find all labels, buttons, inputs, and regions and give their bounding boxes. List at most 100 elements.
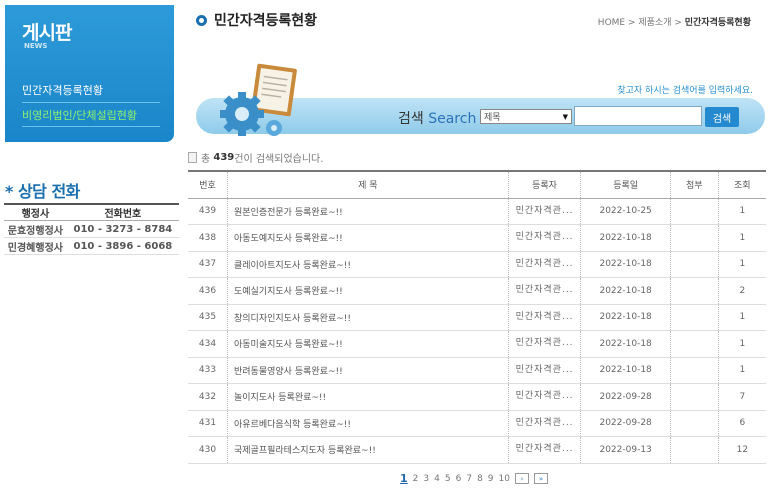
row-date: 2022-10-18 [580, 277, 671, 305]
consult-title: * 상담 전화 [5, 182, 80, 201]
row-date: 2022-10-18 [580, 357, 671, 384]
table-row[interactable]: 434 아동미술지도사 등록완료~!! 민간자격관... 2022-10-18 1 [188, 330, 766, 358]
sidebar-item-qualification-status[interactable]: 민간자격등록현황 [22, 82, 103, 98]
last-page-button[interactable]: » [533, 473, 548, 484]
row-author: 민간자격관... [507, 357, 581, 384]
breadcrumb: HOME > 제품소개 > 민간자격등록현황 [598, 15, 751, 28]
page-link[interactable]: 4 [434, 474, 440, 484]
row-date: 2022-10-18 [580, 330, 671, 358]
table-row[interactable]: 437 클레이아트지도사 등록완료~!! 민간자격관... 2022-10-18 1 [188, 251, 766, 278]
page-link[interactable]: 8 [477, 474, 483, 484]
search-select-value: 제목 [484, 113, 501, 123]
consult-name: 문효정행정사 [4, 220, 67, 238]
table-row[interactable]: 435 창의디자인지도사 등록완료~!! 민간자격관... 2022-10-18 1 [188, 304, 766, 331]
board-table: 번호 제 목 등록자 등록일 첨부 조회 439 원본인증전문가 등록완료~!! 민… [188, 170, 766, 464]
search-label: 검색 Search [398, 108, 476, 128]
row-views: 1 [717, 251, 766, 278]
next-page-button[interactable]: › [514, 473, 529, 484]
page-link[interactable]: 10 [499, 474, 510, 484]
sidebar-title: 게시판 [22, 22, 72, 44]
page-link[interactable]: 7 [466, 474, 472, 484]
search-label-en: Search [428, 111, 477, 127]
search-hint: 찾고자 하시는 검색어를 입력하세요. [617, 86, 753, 96]
col-header-date: 등록일 [580, 170, 671, 199]
row-subject-link[interactable]: 도예실기지도사 등록완료~!! [227, 277, 509, 305]
row-attachment [669, 357, 719, 384]
row-views: 2 [717, 277, 766, 305]
consult-header-phone: 전화번호 [66, 203, 179, 221]
row-date: 2022-09-13 [580, 436, 671, 464]
result-count-number: 439 [213, 152, 235, 163]
row-attachment [669, 277, 719, 305]
row-attachment [669, 383, 719, 411]
col-header-number: 번호 [188, 170, 228, 199]
row-subject-link[interactable]: 반려동물영양사 등록완료~!! [227, 357, 509, 384]
consult-table: 행정사 전화번호 문효정행정사 010 - 3273 - 8784 민경혜행정사… [4, 203, 179, 255]
page-title-text: 민간자격등록현황 [214, 13, 318, 29]
row-subject-link[interactable]: 클레이아트지도사 등록완료~!! [227, 251, 509, 278]
row-subject-link[interactable]: 원본인증전문가 등록완료~!! [227, 198, 509, 225]
page-link[interactable]: 9 [488, 474, 494, 484]
table-row[interactable]: 430 국제골프필라테스지도자 등록완료~!! 민간자격관... 2022-09-13… [188, 436, 766, 464]
table-row[interactable]: 438 아동도예지도사 등록완료~!! 민간자격관... 2022-10-18 1 [188, 224, 766, 252]
table-row[interactable]: 439 원본인증전문가 등록완료~!! 민간자격관... 2022-10-25 1 [188, 198, 766, 225]
page-title: 민간자격등록현황 [196, 10, 317, 30]
row-author: 민간자격관... [507, 330, 581, 358]
row-author: 민간자격관... [507, 198, 581, 225]
row-attachment [669, 436, 719, 464]
table-row[interactable]: 432 놀이지도사 등록완료~!! 민간자격관... 2022-09-28 7 [188, 383, 766, 411]
row-attachment [669, 410, 719, 437]
row-views: 7 [717, 383, 766, 411]
sidebar-item-nonprofit-status[interactable]: 비영리법인/단체설립현황 [22, 107, 137, 123]
search-input[interactable] [574, 106, 702, 126]
table-row[interactable]: 431 아유르베다음식학 등록완료~!! 민간자격관... 2022-09-28 6 [188, 410, 766, 437]
page-link[interactable]: 6 [456, 474, 462, 484]
row-views: 1 [717, 357, 766, 384]
row-subject-link[interactable]: 아유르베다음식학 등록완료~!! [227, 410, 509, 437]
pagination: 1 2 3 4 5 6 7 8 9 10 › » [400, 472, 548, 485]
row-views: 12 [717, 436, 766, 464]
breadcrumb-current: 민간자격등록현황 [684, 18, 751, 28]
document-icon [188, 152, 197, 163]
sidebar-divider [22, 126, 160, 127]
row-subject-link[interactable]: 놀이지도사 등록완료~!! [227, 383, 509, 411]
page-link[interactable]: 5 [445, 474, 451, 484]
page-link[interactable]: 3 [423, 474, 429, 484]
search-illustration-icon [220, 63, 297, 136]
breadcrumb-path[interactable]: HOME > 제품소개 > [598, 18, 685, 28]
row-date: 2022-10-18 [580, 251, 671, 278]
consult-phone: 010 - 3273 - 8784 [66, 220, 179, 238]
row-views: 6 [717, 410, 766, 437]
table-row[interactable]: 433 반려동물영양사 등록완료~!! 민간자격관... 2022-10-18 1 [188, 357, 766, 384]
row-attachment [669, 198, 719, 225]
row-number: 439 [188, 198, 228, 225]
row-subject-link[interactable]: 창의디자인지도사 등록완료~!! [227, 304, 509, 331]
col-header-author: 등록자 [507, 170, 581, 199]
col-header-subject: 제 목 [227, 170, 509, 199]
result-prefix: 총 [201, 154, 211, 165]
search-button[interactable]: 검색 [705, 107, 739, 127]
col-header-views: 조회 [717, 170, 766, 199]
consult-phone: 010 - 3896 - 6068 [66, 237, 179, 255]
row-subject-link[interactable]: 아동도예지도사 등록완료~!! [227, 224, 509, 252]
page-current[interactable]: 1 [400, 472, 408, 485]
search-field-select[interactable]: 제목 ▼ [480, 109, 572, 124]
row-date: 2022-10-18 [580, 224, 671, 252]
row-subject-link[interactable]: 국제골프필라테스지도자 등록완료~!! [227, 436, 509, 464]
row-date: 2022-09-28 [580, 410, 671, 437]
row-views: 1 [717, 198, 766, 225]
row-date: 2022-10-25 [580, 198, 671, 225]
table-row[interactable]: 436 도예실기지도사 등록완료~!! 민간자격관... 2022-10-18 2 [188, 277, 766, 305]
sidebar-divider [22, 102, 160, 103]
consult-row: 문효정행정사 010 - 3273 - 8784 [4, 220, 179, 238]
row-attachment [669, 224, 719, 252]
row-number: 436 [188, 277, 228, 305]
page-link[interactable]: 2 [413, 474, 419, 484]
row-number: 438 [188, 224, 228, 252]
result-suffix: 건이 검색되었습니다. [234, 154, 324, 165]
row-number: 430 [188, 436, 228, 464]
row-subject-link[interactable]: 아동미술지도사 등록완료~!! [227, 330, 509, 358]
sidebar: 게시판 NEWS 민간자격등록현황 비영리법인/단체설립현황 [5, 5, 174, 142]
row-author: 민간자격관... [507, 383, 581, 411]
consult-row: 민경혜행정사 010 - 3896 - 6068 [4, 237, 179, 255]
